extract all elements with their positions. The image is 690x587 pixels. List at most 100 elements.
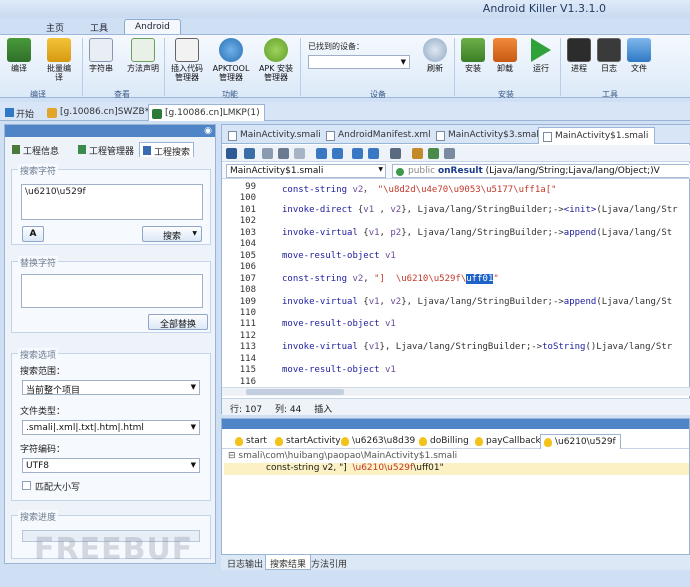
group-compile-label: 编译 [30, 90, 46, 99]
device-select[interactable]: ▼ [308, 55, 410, 69]
result-tab-dobilling[interactable]: doBilling [416, 434, 473, 449]
range-select[interactable]: 当前整个项目 ▼ [22, 380, 200, 396]
format-icon[interactable] [390, 148, 401, 159]
refresh-button[interactable]: 刷新 [420, 38, 450, 73]
code-line[interactable]: invoke-virtual {v1, v2}, Ljava/lang/Stri… [282, 297, 672, 307]
result-tab-paycallback[interactable]: payCallback [472, 434, 545, 449]
bookmark-icon[interactable] [428, 148, 439, 159]
run-button[interactable]: 运行 [526, 38, 556, 73]
match-case-checkbox[interactable] [22, 481, 31, 490]
group-tools-label: 工具 [602, 90, 618, 99]
filetype-select[interactable]: .smali|.xml|.txt|.htm|.html ▼ [22, 420, 200, 435]
filetype-value: .smali|.xml|.txt|.htm|.html [26, 423, 144, 433]
code-token: move-result-object [282, 365, 385, 376]
install-button[interactable]: 安装 [458, 38, 488, 73]
bulb-icon [235, 437, 243, 446]
doc-tab-start[interactable]: 开始 [2, 104, 38, 121]
replace-all-button[interactable]: 全部替换 [148, 314, 208, 330]
code-line[interactable]: invoke-virtual {v1, p2}, Ljava/lang/Stri… [282, 228, 672, 238]
apk-install-manager-button[interactable]: APK 安装管理器 [256, 38, 296, 82]
file-label: 文件 [631, 64, 647, 73]
install-label: 安装 [465, 64, 481, 73]
copy-icon[interactable] [262, 148, 273, 159]
redo-icon[interactable] [332, 148, 343, 159]
result-tab-u6210[interactable]: \u6210\u529f [540, 434, 621, 449]
code-line[interactable]: const-string v2, "] \u6210\u529f\uff01" [282, 273, 499, 284]
tab-project-manager[interactable]: 工程管理器 [75, 142, 137, 157]
result-tab-label: start [246, 436, 267, 446]
code-token: move-result-object [282, 319, 385, 330]
save-icon[interactable] [244, 148, 255, 159]
doc-tab-swzb[interactable]: [g.10086.cn]SWZB* [44, 104, 153, 121]
code-line[interactable]: invoke-direct {v1 , v2}, Ljava/lang/Stri… [282, 205, 678, 215]
code-line[interactable]: move-result-object v1 [282, 319, 396, 329]
file-button[interactable]: 文件 [624, 38, 654, 73]
paste-icon[interactable] [294, 148, 305, 159]
log-button[interactable]: 日志 [594, 38, 624, 73]
uninstall-button[interactable]: 卸载 [490, 38, 520, 73]
scrollbar-thumb[interactable] [246, 389, 344, 395]
tab-project-info[interactable]: 工程信息 [9, 142, 62, 157]
code-area[interactable]: 99 const-string v2， "\u8d2d\u4e70\u9053\u… [222, 180, 690, 386]
home-icon [5, 108, 14, 117]
editor-tab-mainactivity3[interactable]: MainActivity$3.smali [432, 127, 547, 144]
group-separator [454, 38, 455, 96]
result-tab-startactivity[interactable]: startActivity [272, 434, 345, 449]
code-line[interactable]: const-string v2， "\u8d2d\u4e70\u9053\u51… [282, 182, 557, 195]
cut-icon[interactable] [278, 148, 289, 159]
ribbon-tabs: 主页 工具 Android [0, 18, 690, 34]
insert-code-icon [175, 38, 199, 62]
editor-tab-mainactivity[interactable]: MainActivity.smali [224, 127, 327, 144]
back-icon[interactable] [352, 148, 363, 159]
tab-home[interactable]: 主页 [36, 19, 74, 34]
undo-icon[interactable] [316, 148, 327, 159]
insert-code-button[interactable]: 插入代码管理器 [168, 38, 206, 82]
method-combo[interactable]: public onResult (Ljava/lang/String;Ljava… [392, 164, 689, 178]
tab-project-search[interactable]: 工程搜索 [139, 142, 195, 158]
lock-icon[interactable] [226, 148, 237, 159]
apktool-button[interactable]: APKTOOL管理器 [212, 38, 250, 82]
code-line[interactable]: move-result-object v1 [282, 365, 396, 375]
result-row[interactable]: const-string v2, "] \u6210\u529f\uff01" [224, 463, 689, 475]
replace-input[interactable] [21, 274, 203, 308]
result-tab-start[interactable]: start [232, 434, 271, 449]
code-token: , [363, 273, 375, 284]
method-decl-button[interactable]: 方法声明 [126, 38, 160, 73]
code-token: uff01 [466, 273, 494, 284]
process-button[interactable]: 进程 [564, 38, 594, 73]
java-icon[interactable] [412, 148, 423, 159]
result-file[interactable]: ⊟ smali\com\huibang\paopao\MainActivity$… [228, 451, 457, 461]
code-line[interactable]: move-result-object v1 [282, 251, 396, 261]
eye-icon[interactable]: ◉ [204, 126, 212, 136]
forward-icon[interactable] [368, 148, 379, 159]
line-number: 116 [239, 376, 256, 386]
search-input[interactable]: \u6210\u529f [21, 184, 203, 220]
font-style-button[interactable]: A [22, 226, 44, 242]
code-token: v1 [368, 296, 380, 307]
tab-search-results[interactable]: 搜索结果 [265, 555, 312, 570]
line-number: 110 [239, 307, 256, 318]
tab-android[interactable]: Android [124, 19, 181, 34]
strings-button[interactable]: 字符串 [86, 38, 116, 73]
tab-log-output[interactable]: 日志输出 [223, 555, 267, 570]
search-button[interactable]: 搜索 ▼ [142, 226, 202, 242]
code-token: const-string [282, 185, 353, 195]
settings-icon[interactable] [444, 148, 455, 159]
code-token: (Ljava/lang/St [596, 227, 673, 238]
class-combo[interactable]: MainActivity$1.smali ▼ [226, 164, 386, 178]
refresh-label: 刷新 [427, 64, 443, 73]
editor-tab-manifest[interactable]: AndroidManifest.xml [322, 127, 437, 144]
tab-method-refs[interactable]: 方法引用 [307, 555, 351, 570]
tab-tools[interactable]: 工具 [80, 19, 118, 34]
file-icon [543, 132, 552, 142]
batch-compile-button[interactable]: 批量编译 [44, 38, 74, 82]
code-token: }, Ljava/lang/StringBuilder;-> [379, 342, 543, 353]
result-tab-u6263[interactable]: \u6263\u8d39 [338, 434, 419, 449]
encoding-select[interactable]: UTF8 ▼ [22, 458, 200, 473]
horizontal-scrollbar[interactable] [222, 387, 690, 396]
editor-tab-mainactivity1[interactable]: MainActivity$1.smali [538, 127, 656, 144]
left-panel-tabs: 工程信息 工程管理器 工程搜索 [5, 141, 215, 158]
compile-button[interactable]: 编译 [4, 38, 34, 73]
doc-tab-lmkp[interactable]: [g.10086.cn]LMKP(1) [148, 104, 265, 121]
code-line[interactable]: invoke-virtual {v1}, Ljava/lang/StringBu… [282, 342, 672, 352]
